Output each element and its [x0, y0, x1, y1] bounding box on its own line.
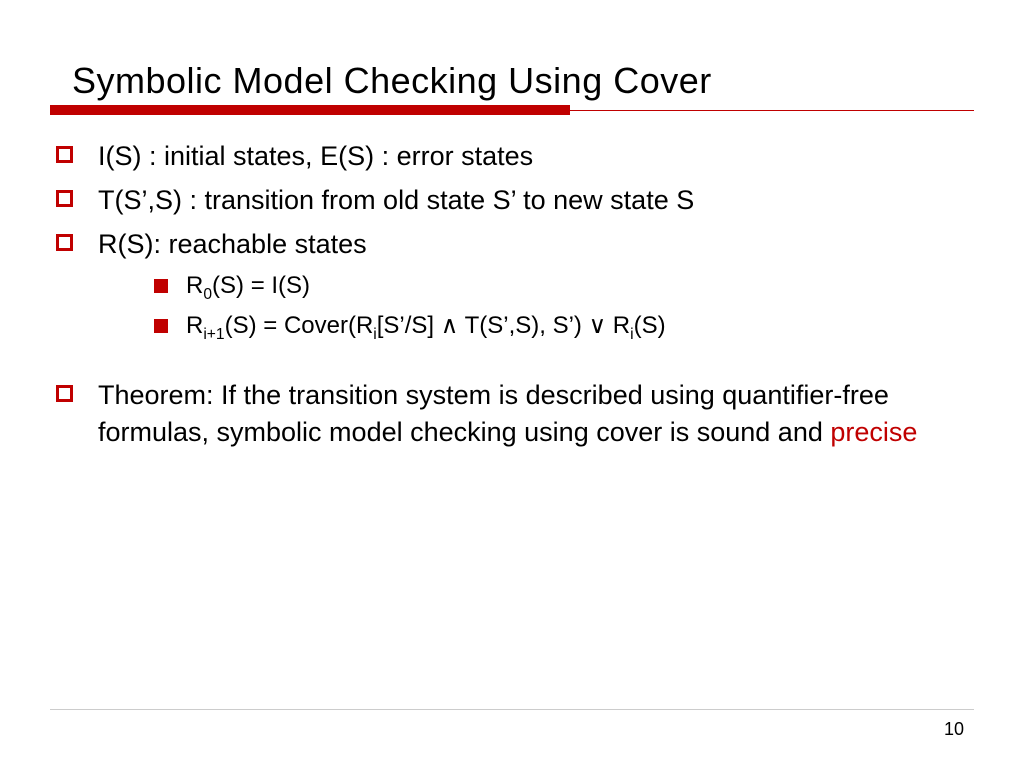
rule-thin [570, 110, 974, 111]
bullet-item: I(S) : initial states, E(S) : error stat… [50, 138, 974, 176]
subscript: 0 [203, 286, 212, 303]
page-number: 10 [944, 719, 964, 740]
sub-text: R [186, 272, 203, 299]
sub-text: (S) = Cover(R [225, 312, 374, 339]
bullet-item: Theorem: If the transition system is des… [50, 377, 974, 453]
sub-list: R0(S) = I(S) Ri+1(S) = Cover(Ri[S’/S] ∧ … [98, 269, 974, 342]
slide: Symbolic Model Checking Using Cover I(S)… [0, 0, 1024, 768]
sub-text: R [186, 312, 203, 339]
highlight-text: precise [830, 417, 917, 447]
slide-title: Symbolic Model Checking Using Cover [72, 60, 974, 102]
bullet-text: I(S) : initial states, E(S) : error stat… [98, 141, 533, 171]
bullet-text: T(S’,S) : transition from old state S’ t… [98, 185, 694, 215]
spacer [50, 349, 974, 377]
sub-item: Ri+1(S) = Cover(Ri[S’/S] ∧ T(S’,S), S’) … [98, 309, 974, 343]
sub-text: (S) = I(S) [212, 272, 310, 299]
rule-thick [50, 105, 570, 115]
bullet-list: Theorem: If the transition system is des… [50, 377, 974, 453]
bullet-item: R(S): reachable states R0(S) = I(S) Ri+1… [50, 226, 974, 343]
bullet-text: R(S): reachable states [98, 229, 367, 259]
sub-text: (S) [634, 312, 666, 339]
sub-item: R0(S) = I(S) [98, 269, 974, 303]
subscript: i+1 [203, 326, 224, 343]
bullet-text: Theorem: If the transition system is des… [98, 380, 889, 448]
bullet-item: T(S’,S) : transition from old state S’ t… [50, 182, 974, 220]
sub-text: [S’/S] ∧ T(S’,S), S’) ∨ R [377, 312, 630, 339]
footer-rule [50, 709, 974, 710]
bullet-list: I(S) : initial states, E(S) : error stat… [50, 138, 974, 343]
